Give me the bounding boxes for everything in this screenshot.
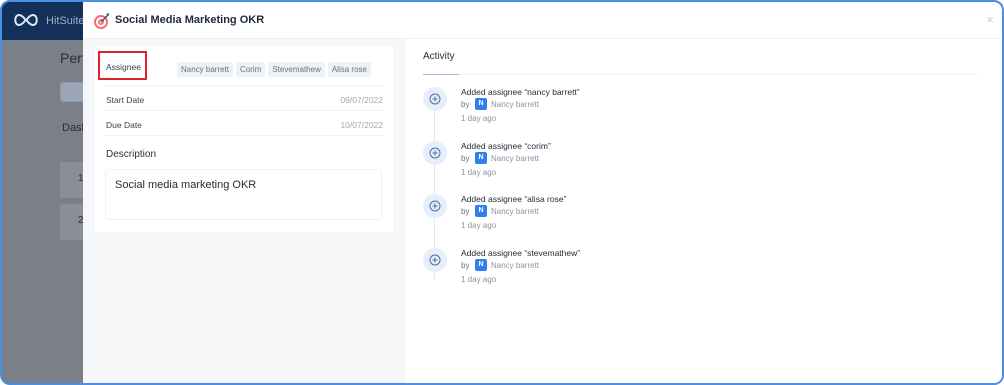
details-pane: Assignee Nancy barrett Corim Stevemathew… (83, 39, 405, 383)
activity-time: 1 day ago (461, 221, 497, 230)
start-date-row[interactable]: Start Date 09/07/2022 (105, 86, 383, 111)
description-field[interactable]: Social media marketing OKR (105, 169, 382, 220)
activity-text: Added assignee “alisa rose” (461, 194, 566, 204)
activity-by: by (461, 154, 470, 163)
activity-item: Added assignee “corim” by N Nancy barret… (423, 141, 843, 189)
activity-user[interactable]: Nancy barrett (491, 207, 539, 216)
activity-item: Added assignee “alisa rose” by N Nancy b… (423, 194, 843, 242)
start-date-label: Start Date (106, 95, 145, 105)
activity-pane: Activity Added assignee “nancy barrett” … (405, 39, 1002, 383)
add-circle-icon (423, 87, 447, 111)
avatar: N (475, 259, 487, 271)
activity-item: Added assignee “nancy barrett” by N Nanc… (423, 87, 843, 135)
activity-text: Added assignee “corim” (461, 141, 551, 151)
activity-text: Added assignee “nancy barrett” (461, 87, 580, 97)
activity-action: Added (461, 248, 486, 258)
activity-user[interactable]: Nancy barrett (491, 100, 539, 109)
activity-action: Added (461, 194, 486, 204)
activity-user[interactable]: Nancy barrett (491, 154, 539, 163)
activity-by: by (461, 100, 470, 109)
activity-by: by (461, 207, 470, 216)
due-date-label: Due Date (106, 120, 142, 130)
activity-detail: assignee “nancy barrett” (487, 87, 580, 97)
description-text: Social media marketing OKR (115, 179, 257, 191)
activity-detail: assignee “stevemathew” (487, 248, 581, 258)
modal-header: Social Media Marketing OKR × (83, 2, 1002, 39)
okr-detail-modal: Social Media Marketing OKR × Assignee Na… (83, 2, 1002, 383)
target-icon (94, 13, 109, 29)
activity-time: 1 day ago (461, 275, 497, 284)
activity-item: Added assignee “stevemathew” by N Nancy … (423, 248, 843, 296)
activity-user[interactable]: Nancy barrett (491, 261, 539, 270)
page-title: Perf (60, 50, 86, 66)
add-circle-icon (423, 248, 447, 272)
assignee-row (105, 61, 383, 86)
start-date-value: 09/07/2022 (340, 95, 383, 105)
close-icon[interactable]: × (986, 12, 994, 27)
avatar: N (475, 98, 487, 110)
add-circle-icon (423, 194, 447, 218)
infinity-logo-icon (14, 13, 38, 27)
modal-title: Social Media Marketing OKR (115, 14, 265, 26)
due-date-value: 10/07/2022 (340, 120, 383, 130)
brand-name: HitSuite (46, 15, 85, 27)
details-card: Assignee Nancy barrett Corim Stevemathew… (95, 46, 393, 232)
activity-action: Added (461, 87, 486, 97)
activity-time: 1 day ago (461, 114, 497, 123)
add-circle-icon (423, 141, 447, 165)
activity-by: by (461, 261, 470, 270)
avatar: N (475, 152, 487, 164)
activity-detail: assignee “corim” (487, 141, 551, 151)
activity-detail: assignee “alisa rose” (487, 194, 567, 204)
activity-time: 1 day ago (461, 168, 497, 177)
activity-tab-underline (423, 74, 459, 75)
due-date-row[interactable]: Due Date 10/07/2022 (105, 111, 383, 136)
activity-action: Added (461, 141, 486, 151)
activity-divider (423, 74, 979, 75)
activity-tab[interactable]: Activity (423, 51, 455, 62)
screenshot-frame: HitSuite Perf Dash 1 2 Social Media Mark… (0, 0, 1004, 385)
activity-text: Added assignee “stevemathew” (461, 248, 580, 258)
description-label: Description (106, 149, 157, 160)
avatar: N (475, 205, 487, 217)
